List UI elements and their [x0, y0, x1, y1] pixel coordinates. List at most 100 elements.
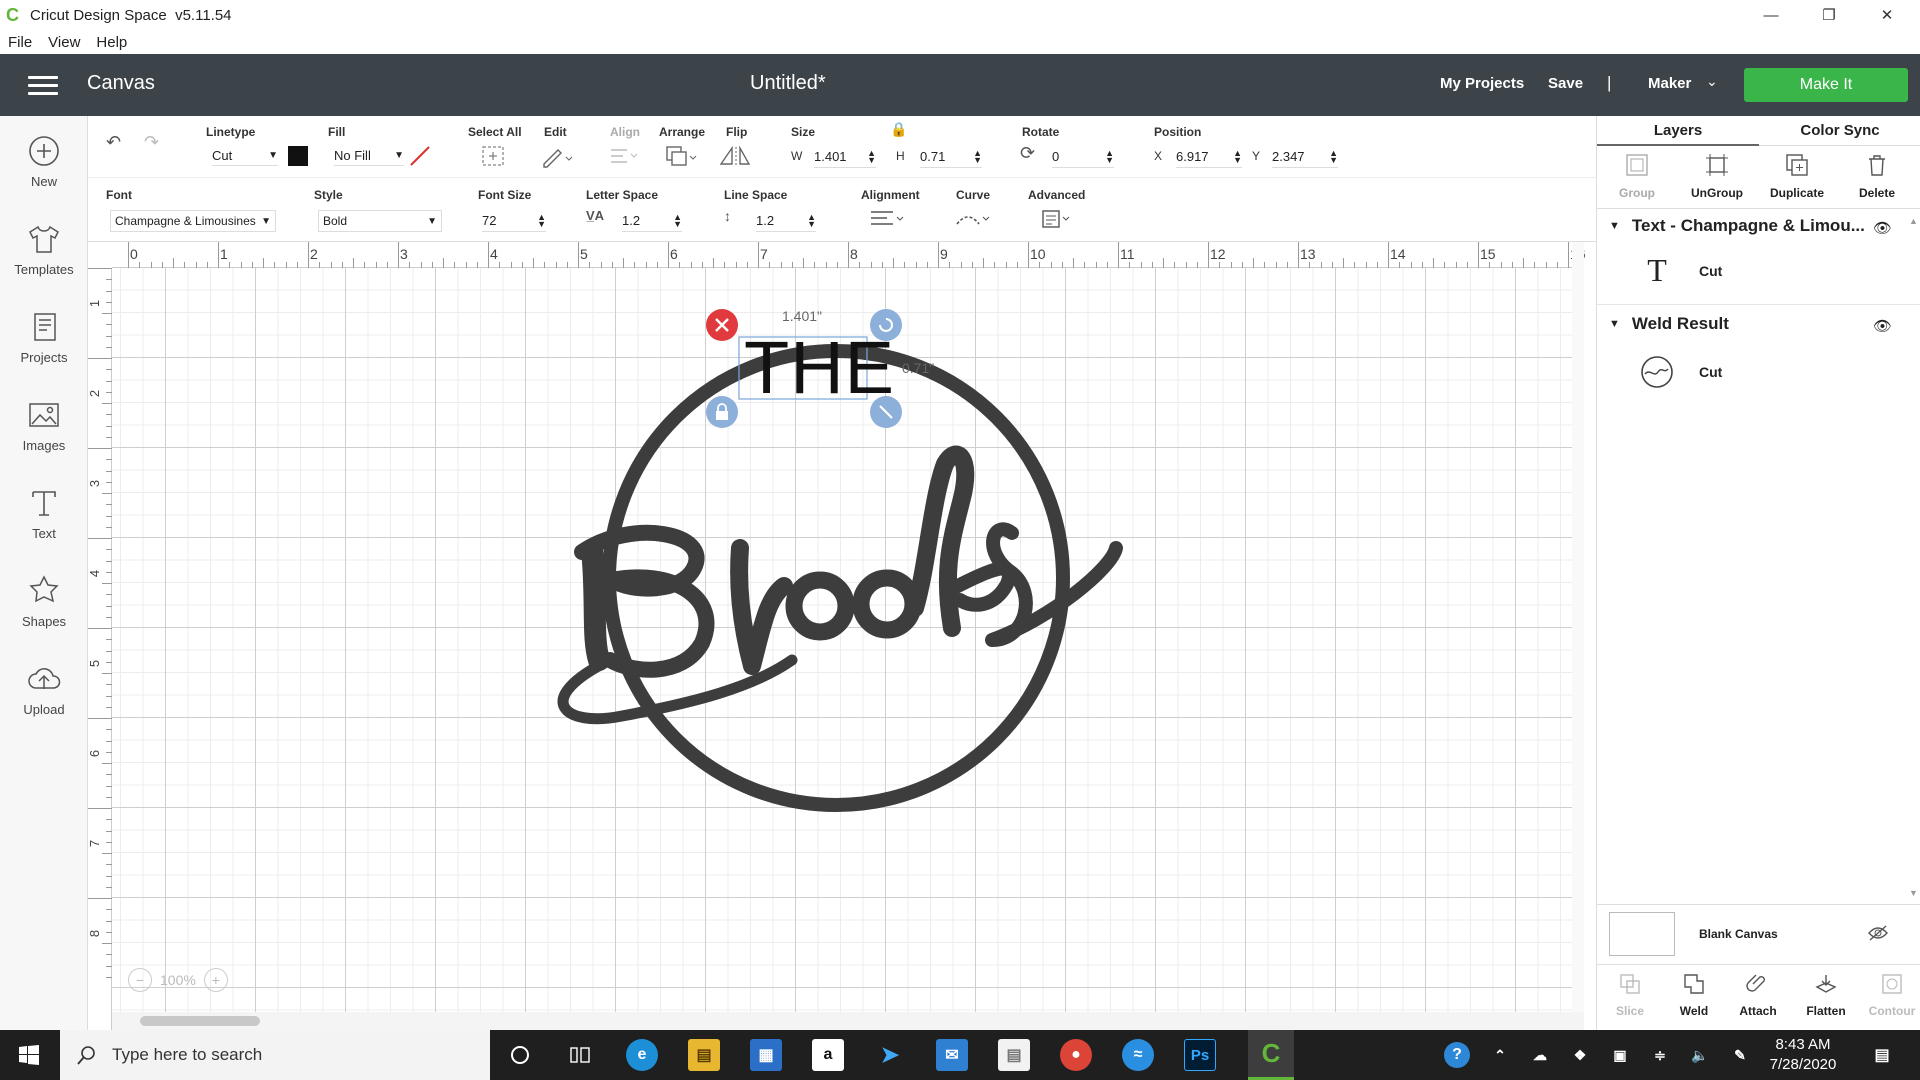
redo-icon[interactable]: ↷ — [144, 132, 159, 153]
line-space-input[interactable]: 1.2 ▲ ▼ — [756, 210, 816, 232]
flip-icon[interactable] — [718, 144, 754, 173]
wifi-icon[interactable]: ≑ — [1644, 1039, 1676, 1071]
chrome-icon[interactable]: ● — [1060, 1039, 1092, 1071]
system-clock[interactable]: 8:43 AM 7/28/2020 — [1760, 1035, 1846, 1075]
layer-item-text-cut[interactable]: T Cut — [1637, 252, 1722, 289]
layer-item-weld-cut[interactable]: Cut — [1637, 352, 1722, 392]
expand-triangle-icon[interactable]: ▼ — [1609, 318, 1620, 330]
ungroup-button[interactable]: UnGroup — [1677, 152, 1757, 200]
x-position-input[interactable]: 6.917 ▲ ▼ — [1176, 146, 1242, 168]
font-size-input[interactable]: 72 ▲ ▼ — [482, 210, 546, 232]
panel-scroll-up-icon[interactable]: ▲ — [1909, 216, 1918, 226]
design-canvas[interactable]: THE 1.401" 0.71" − 100% + — [112, 268, 1584, 1014]
tab-color-sync[interactable]: Color Sync — [1759, 116, 1920, 146]
help-icon[interactable]: ? — [1444, 1042, 1470, 1068]
no-fill-swatch-icon[interactable] — [408, 144, 432, 168]
photoshop-icon[interactable]: Ps — [1184, 1039, 1216, 1071]
dropbox-icon[interactable]: ❖ — [1564, 1039, 1596, 1071]
hamburger-menu-icon[interactable] — [28, 76, 58, 96]
rotate-input[interactable]: 0 ▲ ▼ — [1052, 146, 1114, 168]
blank-canvas-swatch[interactable] — [1609, 912, 1675, 956]
delete-handle[interactable] — [706, 309, 738, 341]
weld-button[interactable]: Weld — [1661, 972, 1727, 1018]
sidebar-item-templates[interactable]: Templates — [0, 222, 88, 277]
menu-file[interactable]: File — [8, 34, 32, 51]
width-input[interactable]: 1.401 ▲ ▼ — [814, 146, 876, 168]
file-explorer-icon[interactable]: ▤ — [688, 1039, 720, 1071]
sidebar-item-shapes[interactable]: Shapes — [0, 574, 88, 629]
fill-select[interactable]: No Fill ▼ — [334, 146, 404, 166]
machine-select[interactable]: Maker — [1648, 75, 1691, 92]
group-button[interactable]: Group — [1597, 152, 1677, 200]
duplicate-button[interactable]: Duplicate — [1757, 152, 1837, 200]
zoom-out-icon[interactable]: − — [128, 968, 152, 992]
layer-group-weld-result[interactable]: ▼ Weld Result — [1609, 314, 1729, 334]
edit-icon[interactable] — [540, 144, 574, 173]
sidebar-item-projects[interactable]: Projects — [0, 310, 88, 365]
linetype-select[interactable]: Cut ▼ — [212, 146, 278, 166]
horizontal-scrollbar[interactable] — [112, 1012, 1584, 1030]
align-icon[interactable] — [608, 146, 640, 171]
expand-triangle-icon[interactable]: ▼ — [1609, 220, 1620, 232]
style-select[interactable]: Bold ▼ — [318, 210, 442, 232]
select-all-icon[interactable] — [480, 144, 506, 173]
make-it-button[interactable]: Make It — [1744, 68, 1908, 102]
undo-icon[interactable]: ↶ — [106, 132, 121, 153]
advanced-icon[interactable] — [1040, 208, 1076, 235]
windows-start-icon[interactable] — [0, 1030, 58, 1080]
vertical-scrollbar[interactable] — [1572, 242, 1584, 1012]
letter-space-input[interactable]: 1.2 ▲ ▼ — [622, 210, 682, 232]
slice-button[interactable]: Slice — [1597, 972, 1663, 1018]
attach-button[interactable]: Attach — [1725, 972, 1791, 1018]
pen-icon[interactable]: ✎ — [1724, 1039, 1756, 1071]
visibility-eye-icon[interactable]: 👁 — [1873, 219, 1892, 237]
chevron-up-icon[interactable]: ⌃ — [1484, 1039, 1516, 1071]
layer-group-text[interactable]: ▼ Text - Champagne & Limou... — [1609, 216, 1865, 236]
menu-view[interactable]: View — [48, 34, 80, 51]
sidebar-item-upload[interactable]: Upload — [0, 662, 88, 717]
sidebar-item-images[interactable]: Images — [0, 398, 88, 453]
sidebar-item-new[interactable]: New — [0, 134, 88, 189]
minimize-button[interactable]: — — [1742, 0, 1800, 30]
tab-layers[interactable]: Layers — [1597, 116, 1759, 146]
curve-icon[interactable] — [954, 208, 994, 235]
sidebar-item-text[interactable]: Text — [0, 486, 88, 541]
power-automate-icon[interactable]: ➤ — [874, 1039, 906, 1071]
notifications-icon[interactable]: ▤ — [1866, 1039, 1898, 1071]
close-window-button[interactable]: ✕ — [1858, 0, 1916, 30]
volume-icon[interactable]: 🔈 — [1684, 1039, 1716, 1071]
save-link[interactable]: Save — [1548, 75, 1583, 92]
taskbar-search-box[interactable]: Type here to search — [60, 1030, 490, 1080]
task-view-icon[interactable] — [564, 1039, 596, 1071]
app-blue-icon[interactable]: ≈ — [1122, 1039, 1154, 1071]
onedrive-icon[interactable]: ☁ — [1524, 1039, 1556, 1071]
mail-icon[interactable]: ✉ — [936, 1039, 968, 1071]
notepad-icon[interactable]: ▤ — [998, 1039, 1030, 1071]
arrange-icon[interactable] — [664, 144, 698, 173]
lock-handle[interactable] — [706, 396, 738, 428]
linetype-color-swatch[interactable] — [288, 146, 308, 166]
cricut-taskbar-icon[interactable]: C — [1248, 1030, 1294, 1080]
store-icon[interactable]: ▦ — [750, 1039, 782, 1071]
visibility-eye-icon[interactable]: 👁 — [1873, 317, 1892, 335]
flatten-button[interactable]: Flatten — [1793, 972, 1859, 1018]
restore-button[interactable]: ❐ — [1800, 0, 1858, 30]
selected-text-the[interactable]: THE — [744, 331, 895, 405]
hidden-eye-icon[interactable] — [1867, 924, 1889, 947]
tray-app-icon[interactable]: ▣ — [1604, 1039, 1636, 1071]
contour-button[interactable]: Contour — [1859, 972, 1920, 1018]
amazon-icon[interactable]: a — [812, 1039, 844, 1071]
panel-scroll-down-icon[interactable]: ▼ — [1909, 888, 1918, 898]
height-input[interactable]: 0.71 ▲ ▼ — [920, 146, 982, 168]
my-projects-link[interactable]: My Projects — [1440, 75, 1524, 92]
text-alignment-icon[interactable] — [868, 208, 908, 235]
chevron-down-icon[interactable]: ⌄ — [1706, 73, 1718, 90]
delete-button[interactable]: Delete — [1837, 152, 1917, 200]
cortana-icon[interactable] — [504, 1039, 536, 1071]
menu-help[interactable]: Help — [96, 34, 127, 51]
edge-browser-icon[interactable]: e — [626, 1039, 658, 1071]
zoom-in-icon[interactable]: + — [203, 968, 228, 992]
font-select[interactable]: Champagne & Limousines ▼ — [110, 210, 276, 232]
lock-ratio-icon[interactable]: 🔒 — [890, 121, 907, 138]
y-position-input[interactable]: 2.347 ▲ ▼ — [1272, 146, 1338, 168]
